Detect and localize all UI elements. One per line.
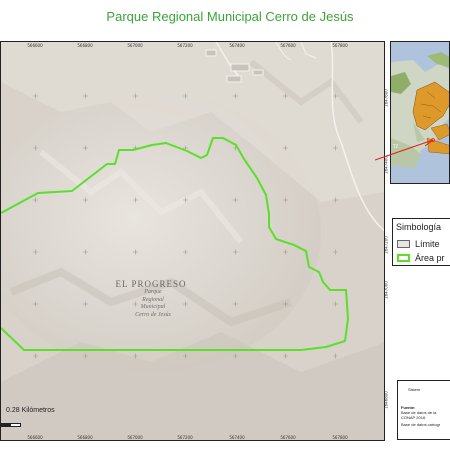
tick-label-bottom: 567400 xyxy=(229,435,245,440)
tick-label-top: 567400 xyxy=(229,43,245,48)
main-map[interactable]: EL PROGRESO Parque Regional Municipal Ce… xyxy=(0,41,385,441)
park-label-line: Parque xyxy=(144,289,162,295)
info-box: Sistem Fuente: Base de datos de la CONAP… xyxy=(397,380,450,440)
park-label: Parque Regional Municipal Cerro de Jesús xyxy=(111,289,195,319)
tick-label-bottom: 567000 xyxy=(127,435,143,440)
legend: Simbología Límite Área pr xyxy=(392,218,450,266)
legend-item-protected-area: Área pr xyxy=(397,253,450,264)
park-label-line: Municipal xyxy=(140,304,166,310)
legend-item-limite: Límite xyxy=(397,239,450,250)
legend-label: Límite xyxy=(415,239,440,249)
tick-label-top: 566600 xyxy=(27,43,43,48)
legend-swatch-limite xyxy=(397,240,410,248)
map-title: Parque Regional Municipal Cerro de Jesús xyxy=(106,9,354,24)
tick-label-bottom: 566600 xyxy=(27,435,43,440)
tick-label-top: 567600 xyxy=(280,43,296,48)
tick-label-right: 1647000 xyxy=(383,281,389,299)
tick-label-top: 567000 xyxy=(127,43,143,48)
scale-bar xyxy=(0,423,32,428)
tick-label-top: 567800 xyxy=(332,43,348,48)
tick-label-bottom: 567800 xyxy=(332,435,348,440)
terrain-map xyxy=(1,42,384,440)
inset-pointer-line xyxy=(375,139,434,161)
tick-label-bottom: 567200 xyxy=(177,435,193,440)
info-box-title: Sistem xyxy=(408,387,421,392)
tick-label-top: 567200 xyxy=(177,43,193,48)
tick-label-bottom: 567600 xyxy=(280,435,296,440)
scale-bar-segment xyxy=(10,423,21,427)
park-label-line: Regional xyxy=(142,296,164,303)
park-label-line: Cerro de Jesús xyxy=(135,311,171,318)
scale-label: 0.28 Kilómetros xyxy=(6,407,55,414)
place-name-el-progreso: EL PROGRESO xyxy=(115,279,187,289)
legend-title: Simbología xyxy=(396,222,442,232)
legend-label: Área pr xyxy=(415,253,445,263)
legend-swatch-protected-area xyxy=(397,254,410,262)
tick-label-top: 566800 xyxy=(77,43,93,48)
source-line: Base de datos cartogr xyxy=(401,422,441,427)
tick-label-right: 1647600 xyxy=(383,89,389,107)
tick-label-right: 1646800 xyxy=(383,391,389,409)
source-line: CONAP 2016 xyxy=(401,415,426,420)
tick-label-right: 1647200 xyxy=(383,236,389,254)
tick-label-bottom: 566800 xyxy=(77,435,93,440)
